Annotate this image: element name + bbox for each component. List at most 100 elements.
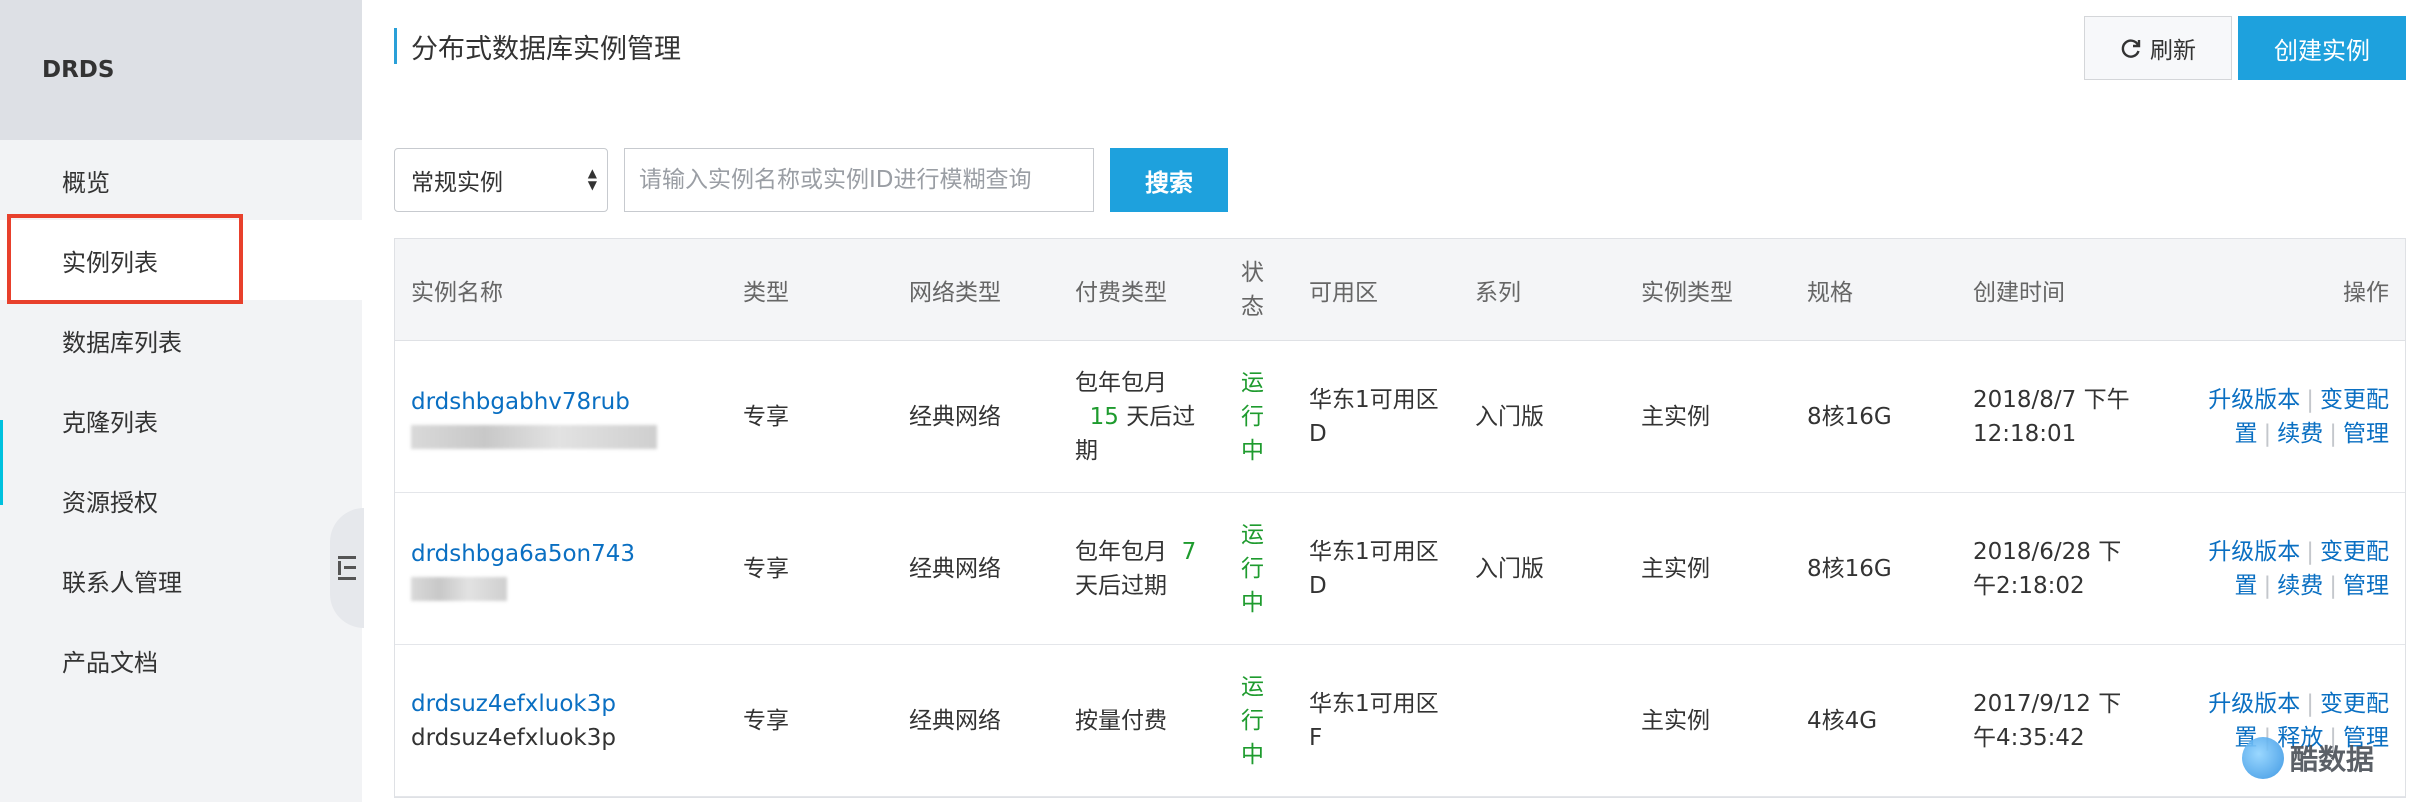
renew-link[interactable]: 续费 [2277, 573, 2323, 599]
created-line1: 2018/6/28 下 [1973, 539, 2122, 565]
col-instance-name: 实例名称 [411, 280, 503, 306]
search-button[interactable]: 搜索 [1110, 148, 1228, 212]
actions-line2: 置 | 续费 | 管理 [2235, 569, 2390, 603]
collapse-menu-icon [338, 556, 356, 580]
manage-link[interactable]: 管理 [2343, 573, 2389, 599]
days-remaining: 15 [1089, 404, 1119, 430]
col-status-line2: 态 [1241, 294, 1264, 320]
status-char: 运 [1241, 674, 1264, 700]
zone-line1: 华东1可用区 [1309, 691, 1439, 717]
sidebar-item-resource-auth[interactable]: 资源授权 [0, 460, 362, 540]
cell-network: 经典网络 [909, 404, 1001, 430]
search-input[interactable] [624, 148, 1094, 212]
table-header: 实例名称 类型 网络类型 付费类型 状 态 可用区 系列 实例类型 规格 创建时… [395, 239, 2405, 341]
cell-created: 2018/8/7 下午 12:18:01 [1973, 341, 2130, 493]
upgrade-link[interactable]: 升级版本 [2208, 387, 2300, 413]
col-status-line1: 状 [1241, 260, 1264, 286]
upgrade-link[interactable]: 升级版本 [2208, 691, 2300, 717]
cell-actions: 升级版本 | 变更配 置 | 续费 | 管理 [2208, 493, 2389, 645]
redacted-description [411, 577, 507, 601]
instance-name-link[interactable]: drdshbgabhv78rub [411, 385, 657, 419]
instance-table: 实例名称 类型 网络类型 付费类型 状 态 可用区 系列 实例类型 规格 创建时… [394, 238, 2406, 798]
table-row: drdsuz4efxluok3p drdsuz4efxluok3p 专享 经典网… [395, 645, 2405, 797]
cell-series: 入门版 [1475, 556, 1544, 582]
separator: | [2329, 573, 2337, 599]
sidebar-item-instance-list[interactable]: 实例列表 [0, 220, 362, 300]
separator: | [2306, 539, 2314, 565]
cell-zone: 华东1可用区 F [1309, 645, 1439, 797]
redacted-description [411, 425, 657, 449]
created-line2: 午2:18:02 [1973, 573, 2085, 599]
status-char: 中 [1241, 742, 1264, 768]
watermark-circle-icon [2242, 737, 2284, 779]
upgrade-link[interactable]: 升级版本 [2208, 539, 2300, 565]
cell-instance-type: 主实例 [1641, 556, 1710, 582]
refresh-label: 刷新 [2150, 38, 2196, 64]
watermark-logo: 酷数据 [2242, 728, 2402, 788]
days-suffix: 天后过期 [1075, 573, 1167, 599]
created-line1: 2017/9/12 下 [1973, 691, 2122, 717]
renew-link[interactable]: 续费 [2277, 421, 2323, 447]
instance-name-link[interactable]: drdshbga6a5on743 [411, 537, 635, 571]
sidebar-collapse-button[interactable] [330, 508, 364, 628]
sidebar-item-clone-list[interactable]: 克隆列表 [0, 380, 362, 460]
manage-link[interactable]: 管理 [2343, 421, 2389, 447]
cell-status: 运 行 中 [1241, 341, 1264, 493]
cell-zone: 华东1可用区 D [1309, 341, 1439, 493]
create-instance-button[interactable]: 创建实例 [2238, 16, 2406, 80]
cell-type: 专享 [743, 404, 789, 430]
instance-name-link[interactable]: drdsuz4efxluok3p [411, 687, 616, 721]
cell-zone: 华东1可用区 D [1309, 493, 1439, 645]
cell-type: 专享 [743, 708, 789, 734]
cell-instance-type: 主实例 [1641, 404, 1710, 430]
cell-network: 经典网络 [909, 556, 1001, 582]
change-config-link-cont[interactable]: 置 [2235, 421, 2258, 447]
zone-line2: F [1309, 725, 1323, 751]
zone-line2: D [1309, 421, 1327, 447]
col-pay-type: 付费类型 [1075, 280, 1167, 306]
zone-line1: 华东1可用区 [1309, 539, 1439, 565]
cell-series: 入门版 [1475, 404, 1544, 430]
col-series: 系列 [1475, 280, 1521, 306]
page-title: 分布式数据库实例管理 [394, 28, 681, 65]
status-char: 行 [1241, 404, 1264, 430]
cell-instance-name: drdshbgabhv78rub [411, 341, 657, 493]
refresh-button[interactable]: 刷新 [2084, 16, 2232, 80]
sidebar-item-overview[interactable]: 概览 [0, 140, 362, 220]
instance-category-select[interactable]: 常规实例 ▲ ▼ [394, 148, 608, 212]
col-status: 状 态 [1241, 239, 1264, 341]
separator: | [2306, 691, 2314, 717]
change-config-link-cont[interactable]: 置 [2235, 573, 2258, 599]
sidebar: DRDS 概览 实例列表 数据库列表 克隆列表 资源授权 联系人管理 产品文档 [0, 0, 364, 802]
cell-pay-type: 按量付费 [1075, 708, 1167, 734]
col-type: 类型 [743, 280, 789, 306]
days-suffix: 天后过 [1126, 404, 1196, 430]
zone-line2: D [1309, 573, 1327, 599]
cell-status: 运 行 中 [1241, 493, 1264, 645]
brand-title: DRDS [0, 0, 362, 140]
days-remaining: 7 [1181, 539, 1197, 565]
select-arrows-icon: ▲ ▼ [587, 166, 597, 192]
change-config-link[interactable]: 变更配 [2320, 539, 2389, 565]
separator: | [2263, 421, 2272, 447]
sidebar-item-contacts[interactable]: 联系人管理 [0, 540, 362, 620]
watermark-text: 酷数据 [2290, 743, 2375, 776]
cell-spec: 8核16G [1807, 404, 1892, 430]
cell-created: 2018/6/28 下 午2:18:02 [1973, 493, 2121, 645]
col-instance-type: 实例类型 [1641, 280, 1733, 306]
sidebar-item-database-list[interactable]: 数据库列表 [0, 300, 362, 380]
separator: | [2306, 387, 2314, 413]
sidebar-nav: 概览 实例列表 数据库列表 克隆列表 资源授权 联系人管理 产品文档 [0, 140, 362, 700]
pay-type-line: 包年包月 7 [1075, 535, 1225, 569]
cell-created: 2017/9/12 下 午4:35:42 [1973, 645, 2121, 797]
instance-category-value: 常规实例 [411, 170, 503, 196]
table-row: drdshbgabhv78rub 专享 经典网络 包年包月 15 天后过 期 运… [395, 341, 2405, 493]
cell-actions: 升级版本 | 变更配 置 | 续费 | 管理 [2208, 341, 2389, 493]
change-config-link[interactable]: 变更配 [2320, 691, 2389, 717]
actions-line2: 置 | 续费 | 管理 [2235, 417, 2390, 451]
refresh-icon [2121, 39, 2141, 58]
cell-network: 经典网络 [909, 708, 1001, 734]
change-config-link[interactable]: 变更配 [2320, 387, 2389, 413]
sidebar-item-docs[interactable]: 产品文档 [0, 620, 362, 700]
separator: | [2329, 421, 2337, 447]
